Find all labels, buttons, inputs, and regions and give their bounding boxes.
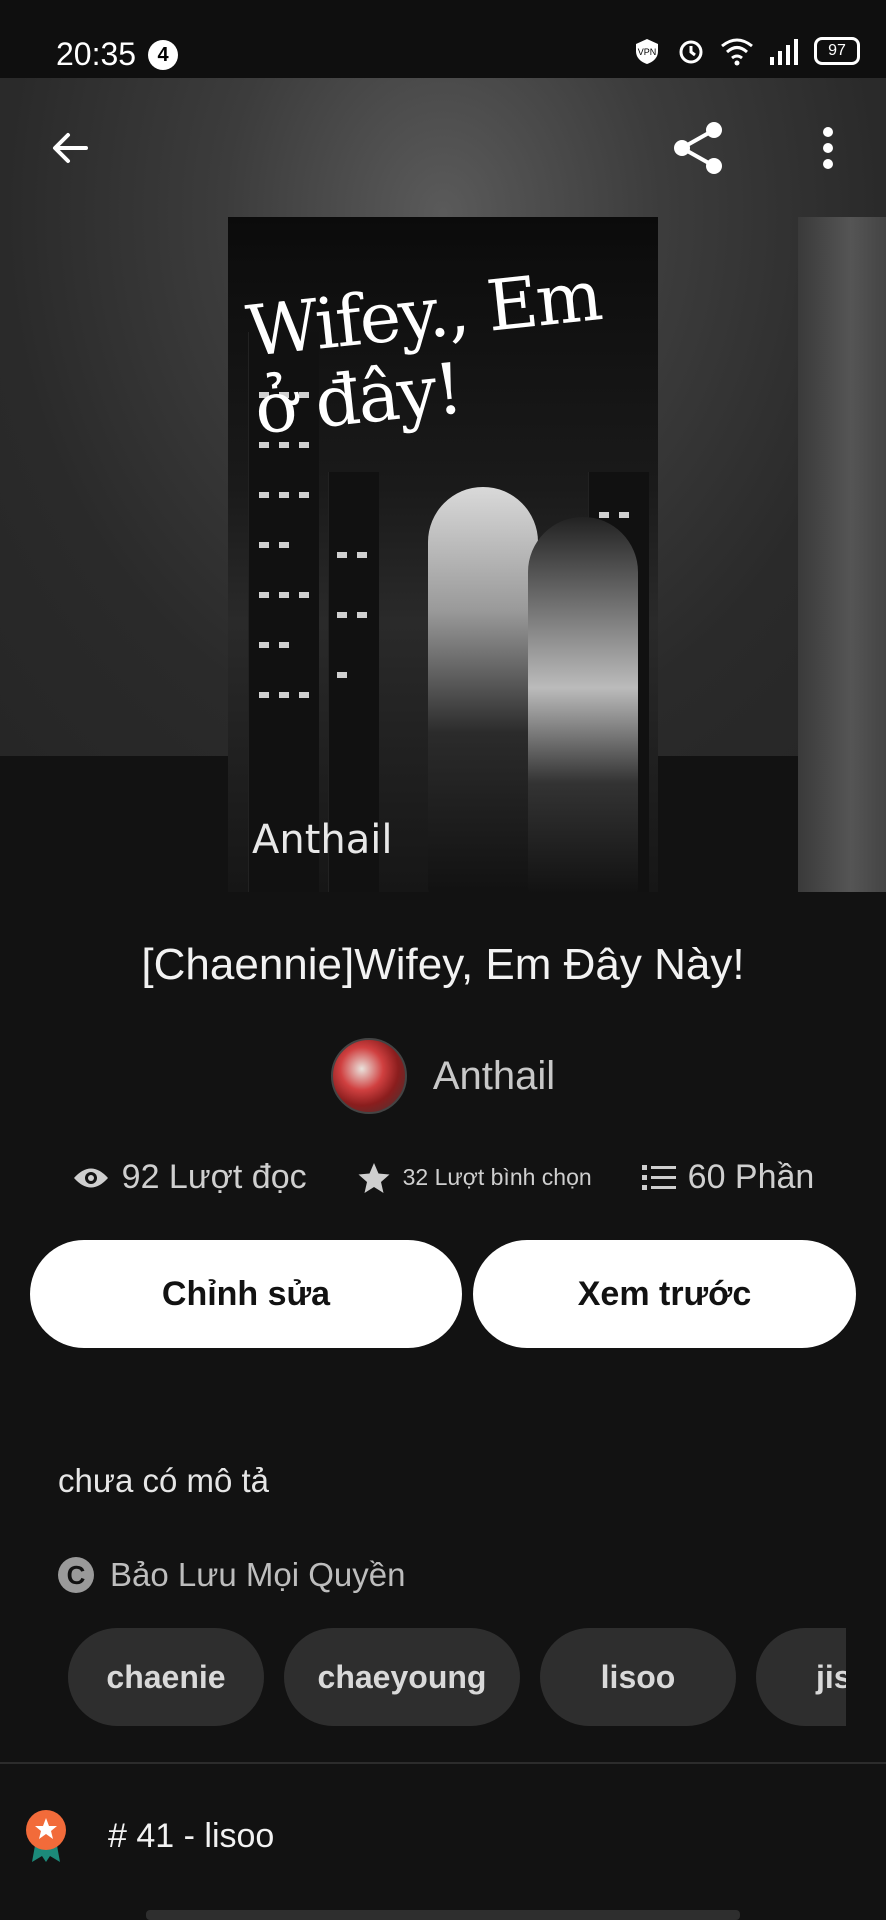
author-row[interactable]: Anthail	[0, 1038, 886, 1114]
ranking-text: # 41 - lisoo	[108, 1816, 275, 1855]
share-button[interactable]	[668, 118, 728, 178]
cover-author-signature: Anthail	[252, 817, 393, 863]
more-options-button[interactable]	[798, 118, 858, 178]
cover-figure-right	[528, 517, 638, 892]
preview-button[interactable]: Xem trước	[473, 1240, 856, 1348]
back-button[interactable]	[40, 118, 100, 178]
section-divider	[0, 1762, 886, 1764]
copyright-text: Bảo Lưu Mọi Quyền	[110, 1556, 406, 1593]
votes-stat: 32 Lượt bình chọn	[357, 1161, 592, 1195]
signal-icon	[770, 39, 798, 65]
status-bar: 20:35 4 VPN 97	[0, 0, 886, 78]
copyright-icon: C	[58, 1557, 94, 1593]
status-icons: VPN 97	[632, 36, 860, 66]
notification-count-badge: 4	[148, 40, 178, 70]
book-cover[interactable]: Wifey., Em ở đây! Anthail	[228, 217, 658, 892]
vpn-icon: VPN	[636, 39, 658, 64]
tag-list[interactable]: chaenie chaeyoung lisoo jis	[68, 1628, 846, 1726]
copyright-row: C Bảo Lưu Mọi Quyền	[58, 1556, 405, 1594]
arrow-left-icon	[53, 133, 88, 163]
parts-stat[interactable]: 60 Phần	[641, 1158, 814, 1197]
tag-chip[interactable]: lisoo	[540, 1628, 736, 1726]
eye-icon	[73, 1168, 108, 1187]
svg-text:VPN: VPN	[638, 47, 657, 57]
bottom-tab-strip	[146, 1910, 740, 1920]
list-icon	[641, 1164, 676, 1190]
reads-stat: 92 Lượt đọc	[72, 1158, 307, 1197]
cover-title: Wifey., Em ở đây!	[242, 254, 605, 451]
wifi-icon	[721, 38, 753, 66]
ranking-badge-icon	[26, 1810, 66, 1862]
ranking-row[interactable]: # 41 - lisoo	[24, 1808, 274, 1864]
status-time: 20:35	[56, 36, 137, 72]
story-title: [Chaennie]Wifey, Em Đây Này!	[141, 940, 745, 989]
cover-figure-left	[428, 487, 538, 892]
star-icon	[358, 1162, 390, 1193]
next-book-cover[interactable]	[798, 217, 886, 892]
battery-icon: 97	[814, 37, 860, 65]
share-icon	[674, 122, 722, 174]
tag-chip[interactable]: chaenie	[68, 1628, 264, 1726]
author-name[interactable]: Anthail	[433, 1054, 555, 1099]
tag-chip[interactable]: chaeyoung	[284, 1628, 520, 1726]
alarm-icon	[679, 40, 703, 64]
edit-button[interactable]: Chỉnh sửa	[30, 1240, 462, 1348]
tag-chip[interactable]: jis	[756, 1628, 846, 1726]
author-avatar[interactable]	[330, 1038, 407, 1114]
more-vertical-icon	[823, 127, 833, 169]
story-stats: 92 Lượt đọc 32 Lượt bình chọn 60 Phần	[0, 1158, 886, 1197]
story-description: chưa có mô tả	[58, 1462, 270, 1499]
